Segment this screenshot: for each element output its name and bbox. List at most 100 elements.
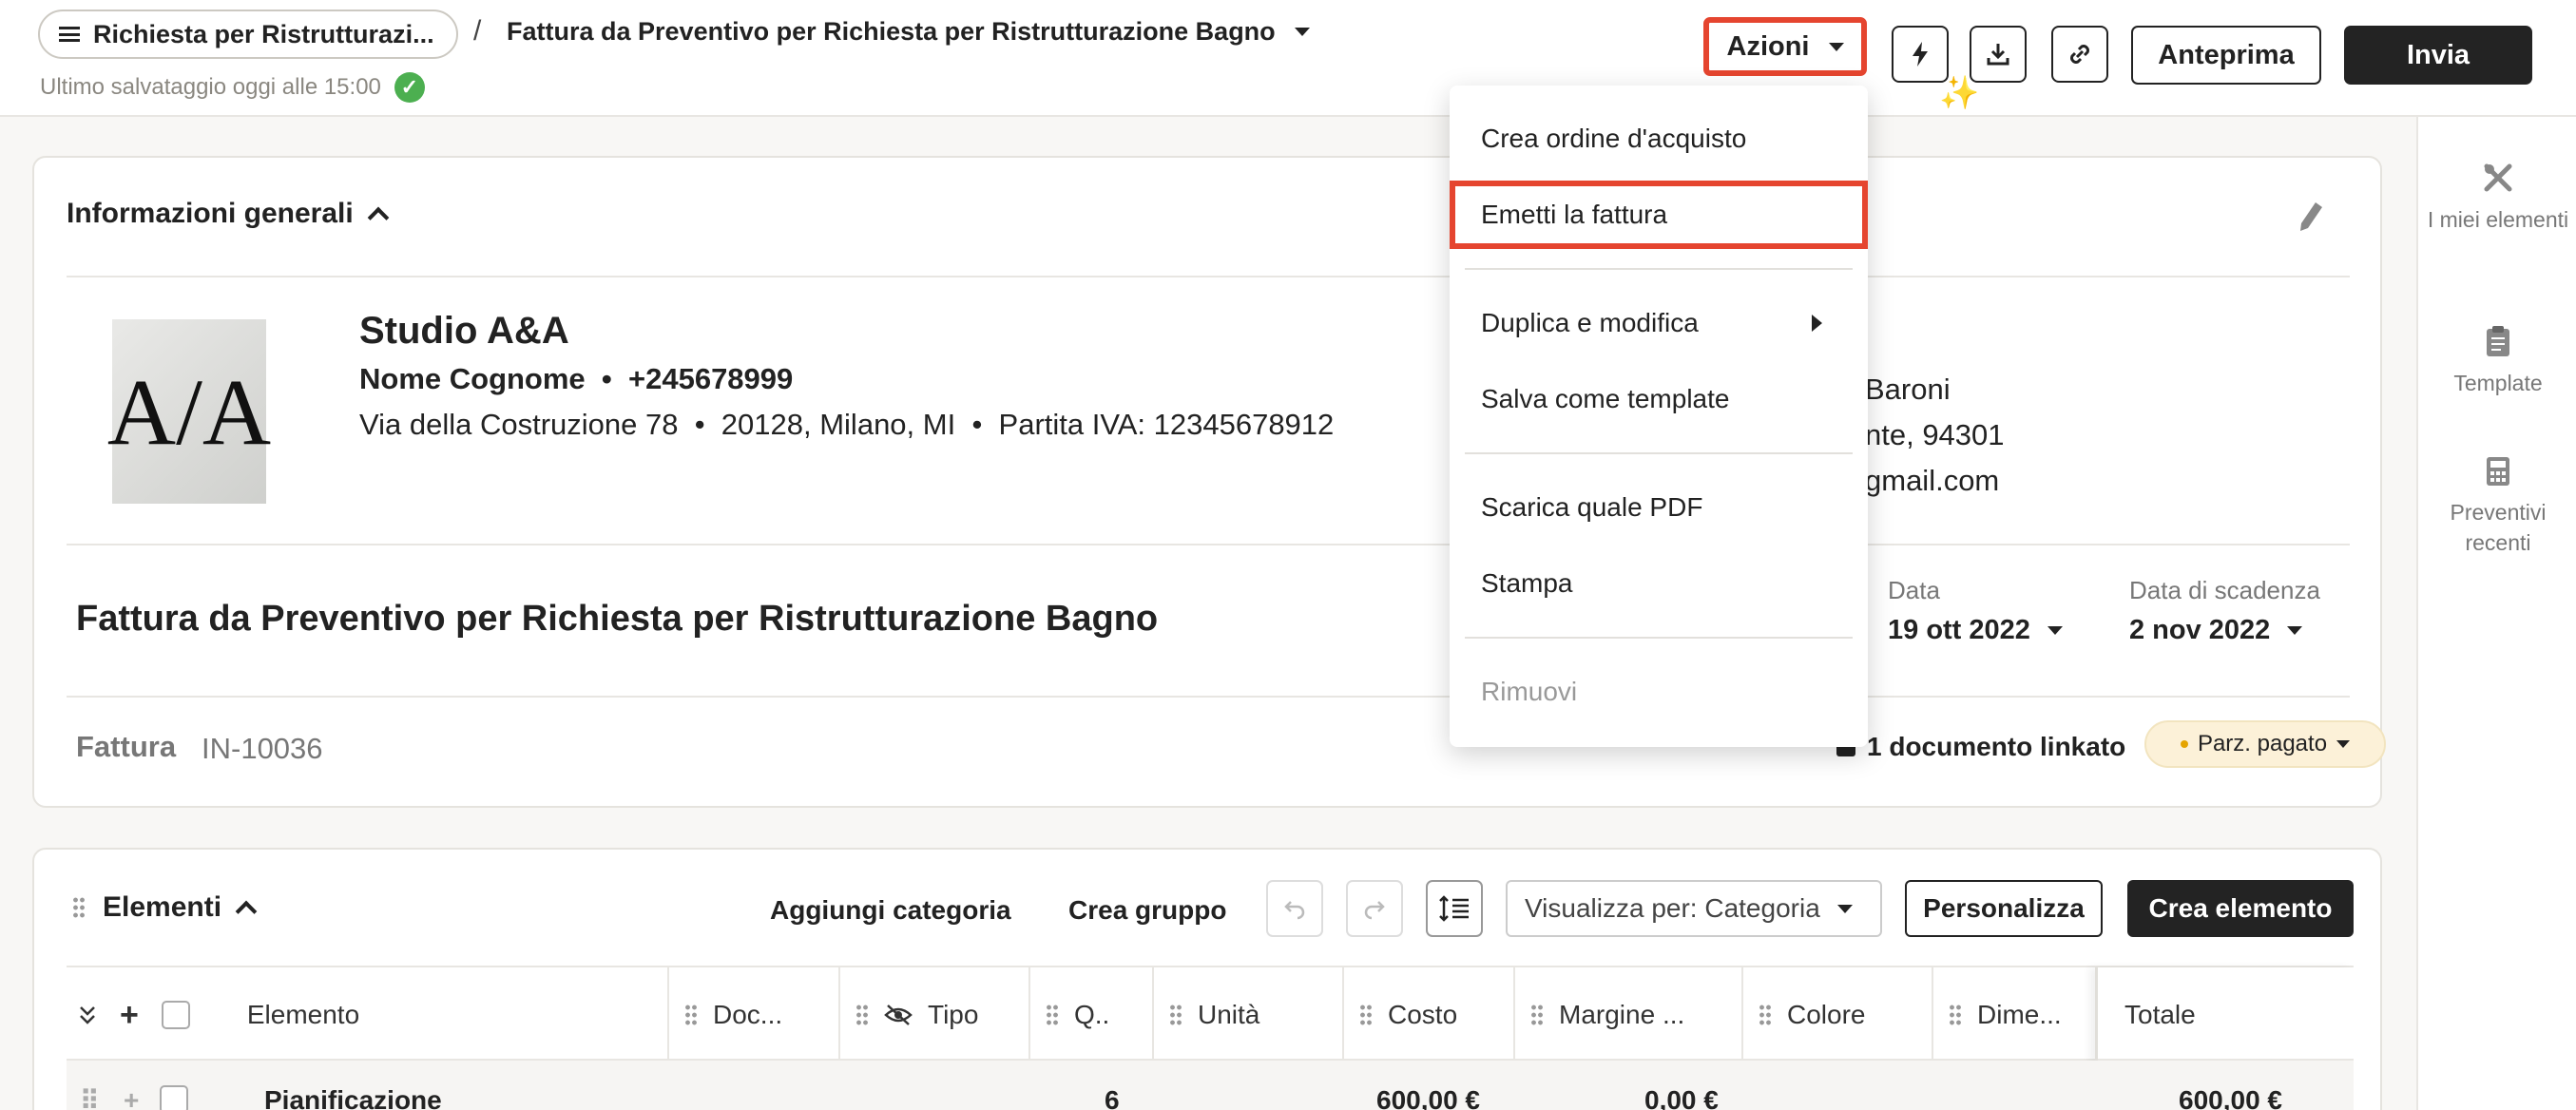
line-spacing-button[interactable] (1426, 880, 1483, 937)
column-label: Unità (1198, 1000, 1260, 1029)
column-doc[interactable]: Doc... (667, 967, 838, 1062)
elements-toggle[interactable]: Elementi (72, 891, 258, 924)
menu-item-create-purchase-order[interactable]: Crea ordine d'acquisto (1450, 105, 1868, 173)
caret-right-icon (1812, 315, 1822, 332)
divider (67, 276, 2350, 278)
rail-item-recent-quotes[interactable]: Preventivi recenti (2418, 455, 2576, 558)
status-dot-icon (2180, 740, 2188, 748)
general-info-card: Informazioni generali A/A Studio A&A Nom… (32, 156, 2386, 808)
column-type[interactable]: Tipo (838, 967, 1028, 1062)
lightning-icon (1913, 42, 1928, 67)
section-title: Informazioni generali (67, 198, 354, 229)
menu-item-duplicate-edit[interactable]: Duplica e modifica (1450, 289, 1868, 357)
drag-handle-icon[interactable] (855, 1004, 869, 1026)
general-info-toggle[interactable]: Informazioni generali (67, 198, 390, 230)
drag-handle-icon[interactable]: ⠿ (80, 1085, 100, 1110)
column-dimensions[interactable]: Dime... (1932, 967, 2095, 1062)
copy-link-button[interactable] (2051, 26, 2108, 83)
add-category-button[interactable]: Aggiungi categoria (770, 895, 1011, 926)
column-label: Costo (1388, 1000, 1458, 1029)
collapse-all-icon[interactable] (78, 1005, 97, 1025)
due-date-field[interactable]: Data di scadenza 2 nov 2022 (2129, 576, 2320, 646)
menu-item-label: Duplica e modifica (1481, 308, 1699, 337)
table-row[interactable]: ⠿ + Pianificazione 6 600,00 € 0,00 € 600… (67, 1061, 2354, 1110)
azioni-button[interactable]: Azioni (1703, 17, 1867, 76)
pencil-icon[interactable] (2297, 200, 2325, 234)
download-icon (1987, 44, 2009, 66)
row-checkbox[interactable] (160, 1085, 188, 1110)
client-block: Baroni nte, 94301 gmail.com (1865, 367, 2005, 504)
date-field[interactable]: Data 19 ott 2022 (1888, 576, 2063, 646)
column-label: Elemento (246, 1000, 360, 1029)
breadcrumb-current[interactable]: Fattura da Preventivo per Richiesta per … (507, 17, 1310, 47)
column-unit[interactable]: Unità (1152, 967, 1342, 1062)
address-street: Via della Costruzione 78 (359, 408, 679, 441)
linked-documents-label: 1 documento linkato (1867, 732, 2126, 761)
create-element-button[interactable]: Crea elemento (2127, 880, 2354, 937)
drag-handle-icon[interactable] (684, 1004, 698, 1026)
customize-button[interactable]: Personalizza (1905, 880, 2103, 937)
column-label: Q.. (1074, 1000, 1110, 1029)
column-margin[interactable]: Margine ... (1513, 967, 1741, 1062)
company-address: Via della Costruzione 78 • 20128, Milano… (359, 408, 1335, 441)
column-total[interactable]: Totale (2095, 967, 2354, 1062)
drag-handle-icon[interactable] (72, 896, 86, 919)
column-quantity[interactable]: Q.. (1028, 967, 1152, 1062)
invia-button[interactable]: Invia (2344, 26, 2532, 85)
column-label: Colore (1787, 1000, 1866, 1029)
view-by-label: Visualizza per: Categoria (1525, 893, 1820, 923)
row-name: Pianificazione (264, 1085, 442, 1110)
document-title[interactable]: Fattura da Preventivo per Richiesta per … (76, 599, 1158, 640)
due-date-value: 2 nov 2022 (2129, 615, 2271, 645)
menu-item-issue-invoice[interactable]: Emetti la fattura (1450, 181, 1868, 249)
client-line: Baroni (1865, 373, 1951, 406)
vat-number: Partita IVA: 12345678912 (998, 408, 1335, 441)
add-row-icon[interactable]: + (124, 1085, 139, 1110)
add-row-icon[interactable]: + (120, 997, 139, 1034)
column-element[interactable]: + Elemento (67, 967, 637, 1062)
drag-handle-icon[interactable] (1046, 1004, 1059, 1026)
menu-divider (1465, 268, 1853, 270)
date-value: 19 ott 2022 (1888, 615, 2030, 645)
menu-item-download-pdf[interactable]: Scarica quale PDF (1450, 473, 1868, 542)
menu-icon (59, 27, 80, 42)
column-color[interactable]: Colore (1741, 967, 1932, 1062)
redo-button[interactable] (1346, 880, 1403, 937)
eye-off-icon[interactable] (884, 1004, 913, 1026)
drag-handle-icon[interactable] (1359, 1004, 1373, 1026)
linked-documents[interactable]: 1 documento linkato (1836, 732, 2125, 762)
link-icon (2070, 45, 2089, 64)
row-quantity: 6 (1105, 1085, 1120, 1110)
document-number[interactable]: IN-10036 (202, 732, 323, 766)
column-label: Totale (2124, 1000, 2196, 1029)
column-label: Dime... (1977, 1000, 2062, 1029)
undo-button[interactable] (1266, 880, 1323, 937)
company-contact: Nome Cognome • +245678999 (359, 362, 794, 395)
column-cost[interactable]: Costo (1342, 967, 1513, 1062)
rail-item-template[interactable]: Template (2418, 324, 2576, 398)
drag-handle-icon[interactable] (1759, 1004, 1772, 1026)
menu-divider (1465, 452, 1853, 454)
company-logo: A/A (107, 319, 271, 504)
menu-item-save-template[interactable]: Salva come template (1450, 365, 1868, 433)
rail-item-my-elements[interactable]: I miei elementi (2418, 161, 2576, 235)
drag-handle-icon[interactable] (1530, 1004, 1544, 1026)
drag-handle-icon[interactable] (1169, 1004, 1182, 1026)
due-date-label: Data di scadenza (2129, 576, 2320, 604)
sparkle-icon: ✨ (1939, 75, 1980, 111)
anteprima-button[interactable]: Anteprima (2131, 26, 2321, 85)
status-badge[interactable]: Parz. pagato (2144, 720, 2386, 768)
view-by-select[interactable]: Visualizza per: Categoria (1506, 880, 1882, 937)
rail-item-label: Template (2453, 371, 2543, 395)
top-bar: Richiesta per Ristrutturazi... / Fattura… (0, 0, 2576, 117)
section-title: Elementi (103, 891, 222, 923)
select-all-checkbox[interactable] (161, 1001, 190, 1029)
breadcrumb-parent-button[interactable]: Richiesta per Ristrutturazi... (38, 10, 458, 59)
menu-item-remove[interactable]: Rimuovi (1450, 658, 1868, 726)
drag-handle-icon[interactable] (1949, 1004, 1962, 1026)
address-city: 20128, Milano, MI (721, 408, 956, 441)
chevron-up-icon (235, 900, 258, 923)
create-group-button[interactable]: Crea gruppo (1068, 895, 1226, 926)
menu-item-print[interactable]: Stampa (1450, 549, 1868, 618)
contact-phone: +245678999 (628, 362, 794, 395)
